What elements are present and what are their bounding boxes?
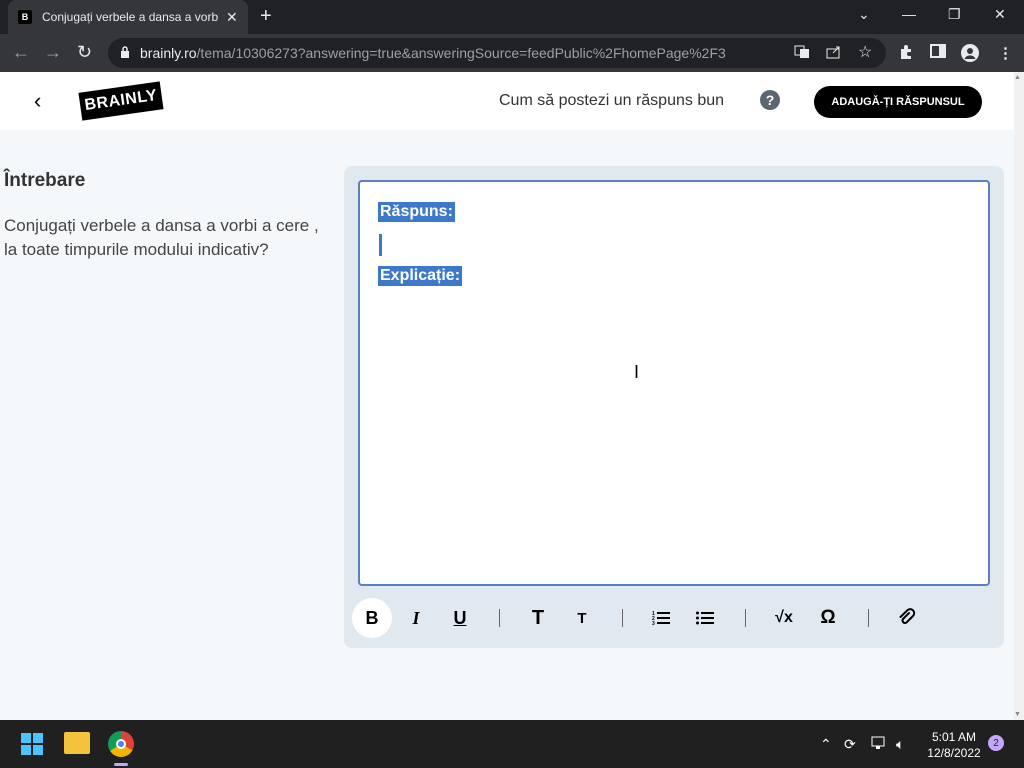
bold-button[interactable]: B [352,598,392,638]
windows-start-icon[interactable] [21,733,43,755]
answer-line: Răspuns: [378,202,455,222]
volume-icon[interactable]: 🔈︎ [896,736,904,753]
toolbar-divider [868,609,869,627]
translate-icon[interactable] [794,45,810,62]
brainly-favicon-icon: B [18,10,32,24]
tray-overflow-icon[interactable]: ⌃ [820,736,832,753]
back-arrow-icon[interactable]: ‹ [34,88,41,114]
howto-link[interactable]: Cum să postezi un răspuns bun [499,92,724,110]
active-app-indicator [114,763,128,766]
text-cursor-icon: I [634,362,640,382]
back-button[interactable]: ← [12,42,30,62]
tab-close-icon[interactable]: ✕ [226,9,238,26]
url-host: brainly.ro [140,45,197,61]
clock-date: 12/8/2022 [927,746,981,760]
explanation-line: Explicație: [378,266,463,286]
answer-editor-panel: Răspuns: Explicație: I B I U T T 123 √x … [344,166,1004,648]
browser-tab[interactable]: B Conjugați verbele a dansa a vorbi a ce… [8,0,248,34]
side-panel-icon[interactable] [930,44,946,62]
math-sqrt-button[interactable]: √x [764,598,804,638]
browser-titlebar: B Conjugați verbele a dansa a vorbi a ce… [0,0,1024,34]
sync-icon[interactable]: ⟳ [844,736,856,753]
new-tab-button[interactable]: + [260,6,272,26]
bullet-list-button[interactable] [685,598,725,638]
tab-title: Conjugați verbele a dansa a vorbi a cere [42,10,218,24]
forward-button[interactable]: → [44,42,62,62]
special-chars-button[interactable]: Ω [808,598,848,638]
scroll-down-icon[interactable]: ▼ [1014,711,1021,718]
heading-large-button[interactable]: T [518,598,558,638]
reload-button[interactable]: ↻ [77,42,92,62]
heading-small-button[interactable]: T [562,598,602,638]
help-icon[interactable]: ? [760,90,780,110]
brainly-logo[interactable]: BRAINLY [78,81,164,121]
answer-editor[interactable]: Răspuns: Explicație: I [358,180,990,586]
minimize-button[interactable]: — [902,6,916,22]
lock-icon[interactable] [120,45,130,61]
attachment-icon[interactable] [887,598,927,638]
file-explorer-icon[interactable] [64,732,90,754]
underline-button[interactable]: U [440,598,480,638]
tab-search-icon[interactable]: ⌄ [858,6,870,23]
bookmark-star-icon[interactable]: ☆ [858,42,872,62]
ordered-list-button[interactable]: 123 [641,598,681,638]
text-caret [379,234,382,256]
chrome-menu-icon[interactable]: ⋮ [998,44,1013,62]
question-text: Conjugați verbele a dansa a vorbi a cere… [4,216,319,259]
page-scrollbar[interactable]: ▲ ▼ [1014,72,1024,720]
question-heading: Întrebare [4,170,86,191]
network-icon[interactable] [871,736,887,753]
add-answer-button[interactable]: ADAUGĂ-ȚI RĂSPUNSUL [814,86,982,118]
toolbar-divider [745,609,746,627]
page-header: ‹ BRAINLY Cum să postezi un răspuns bun … [0,72,1014,130]
close-window-button[interactable]: ✕ [994,6,1006,23]
main-content: Întrebare Conjugați verbele a dansa a vo… [0,130,1014,720]
toolbar-divider [499,609,500,627]
browser-toolbar: ← → ↻ brainly.ro /tema/10306273?answerin… [0,34,1024,72]
system-clock[interactable]: 5:01 AM 12/8/2022 [926,729,982,761]
extensions-icon[interactable] [898,44,914,64]
restore-button[interactable]: ❐ [948,6,961,23]
address-bar[interactable]: brainly.ro /tema/10306273?answering=true… [108,38,886,68]
share-icon[interactable] [826,45,842,62]
clock-time: 5:01 AM [931,730,977,744]
italic-button[interactable]: I [396,598,436,638]
toolbar-divider [622,609,623,627]
notification-badge[interactable]: 2 [988,735,1004,751]
chrome-taskbar-icon[interactable] [108,731,134,757]
scroll-up-icon[interactable]: ▲ [1014,74,1021,81]
windows-taskbar: ⌃ ⟳ 🔈︎ 5:01 AM 12/8/2022 2 [0,720,1024,768]
svg-text:3: 3 [652,621,655,626]
format-toolbar: B I U T T 123 √x Ω [352,598,992,638]
profile-avatar-icon[interactable] [961,44,979,66]
url-path: /tema/10306273?answering=true&answeringS… [196,45,726,61]
